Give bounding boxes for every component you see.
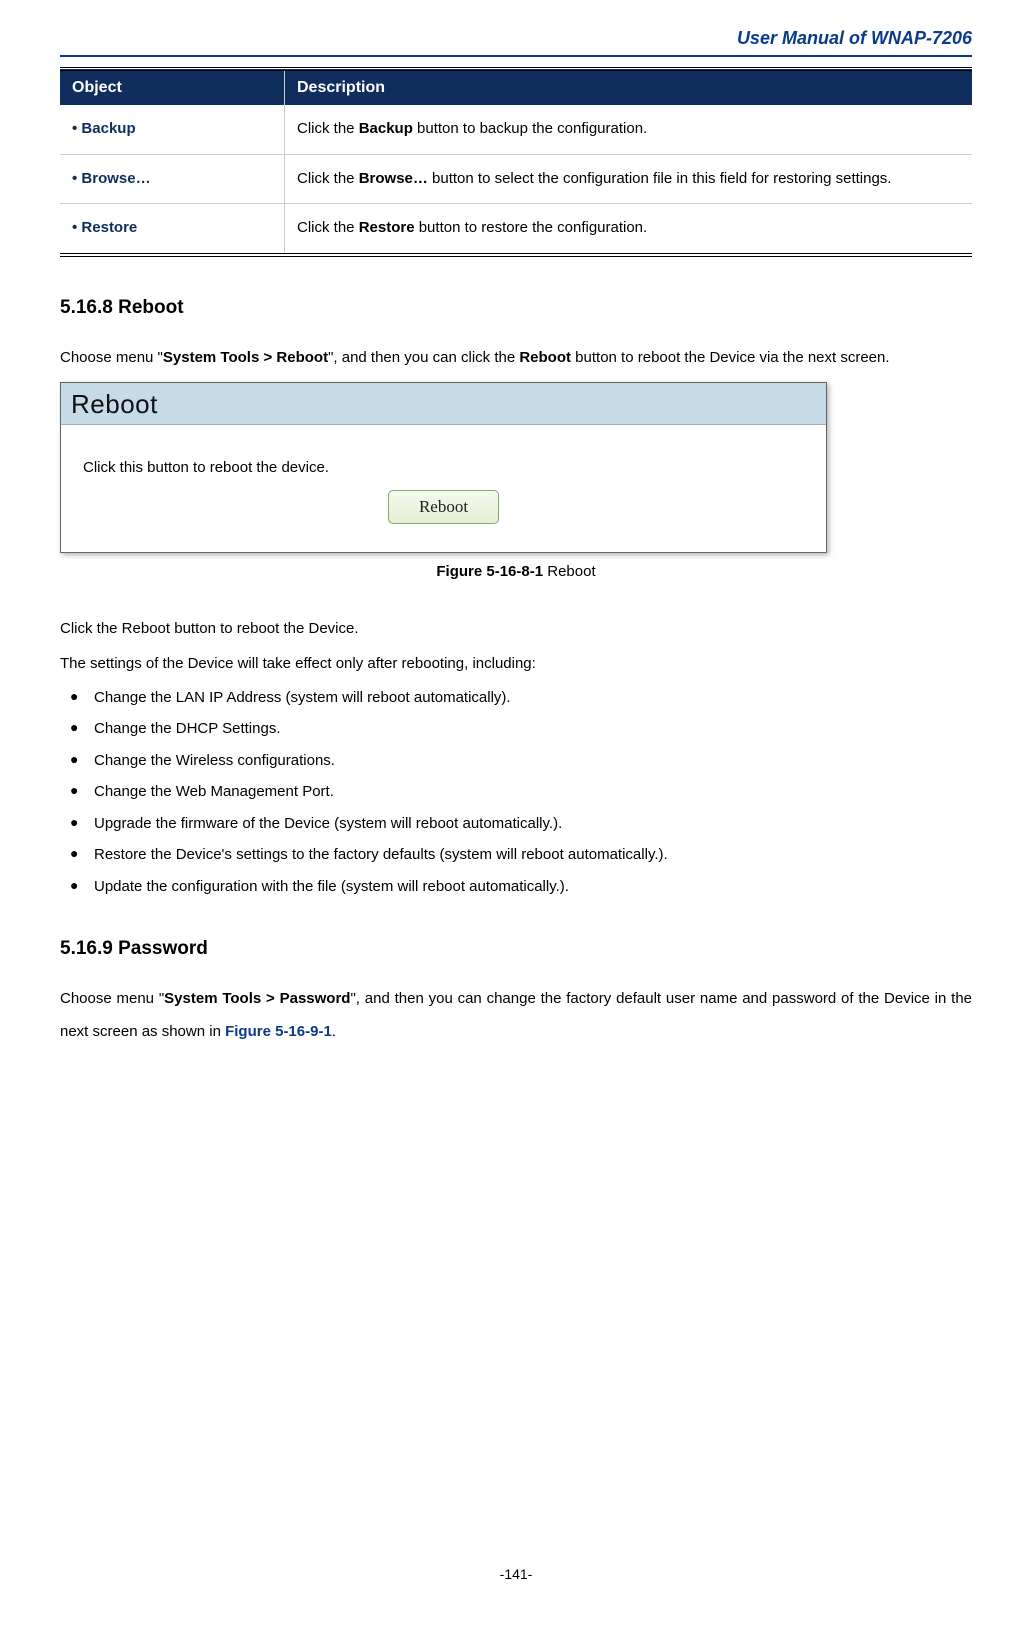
reboot-button[interactable]: Reboot [388,490,499,524]
list-item: Change the LAN IP Address (system will r… [60,682,972,714]
header-rule [60,55,972,57]
reboot-intro: Choose menu "System Tools > Reboot", and… [60,341,972,374]
object-description-table: Object Description Backup Click the Back… [60,67,972,257]
list-item: Restore the Device's settings to the fac… [60,839,972,871]
cell-description: Click the Backup button to backup the co… [285,105,973,154]
cell-description: Click the Restore button to restore the … [285,204,973,255]
reboot-p2: The settings of the Device will take eff… [60,647,972,680]
th-description: Description [285,69,973,105]
table-row: Browse… Click the Browse… button to sele… [60,154,972,204]
list-item: Change the Web Management Port. [60,776,972,808]
page-header-title: User Manual of WNAP-7206 [60,28,972,49]
cell-object: Backup [60,105,285,154]
cell-object: Browse… [60,154,285,204]
table-row: Backup Click the Backup button to backup… [60,105,972,154]
list-item: Update the configuration with the file (… [60,871,972,903]
heading-password: 5.16.9 Password [60,938,972,960]
page-number: -141- [0,1566,1032,1582]
figure-panel-title: Reboot [61,383,826,425]
cell-object: Restore [60,204,285,255]
heading-reboot: 5.16.8 Reboot [60,297,972,319]
reboot-figure: Reboot Click this button to reboot the d… [60,382,827,553]
table-row: Restore Click the Restore button to rest… [60,204,972,255]
list-item: Change the Wireless configurations. [60,745,972,777]
list-item: Upgrade the firmware of the Device (syst… [60,808,972,840]
figure-link[interactable]: Figure 5-16-9-1 [225,1023,332,1040]
figure-body-text: Click this button to reboot the device. [83,459,810,476]
cell-description: Click the Browse… button to select the c… [285,154,973,204]
figure-caption: Figure 5-16-8-1 Reboot [60,563,972,580]
table-header-row: Object Description [60,69,972,105]
password-intro: Choose menu "System Tools > Password", a… [60,982,972,1048]
reboot-p1: Click the Reboot button to reboot the De… [60,612,972,645]
list-item: Change the DHCP Settings. [60,713,972,745]
th-object: Object [60,69,285,105]
reboot-bullets: Change the LAN IP Address (system will r… [60,682,972,903]
